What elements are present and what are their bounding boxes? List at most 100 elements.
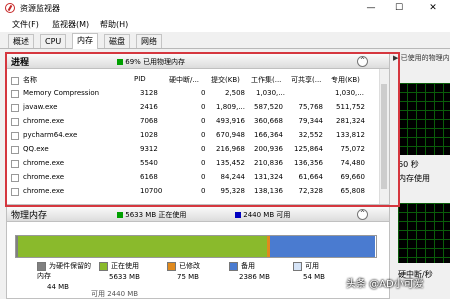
process-working-set: 1,030,... <box>256 89 285 97</box>
process-pid: 5540 <box>140 159 158 167</box>
process-shareable: 72,328 <box>298 187 324 195</box>
tab-disk[interactable]: 磁盘 <box>104 34 130 48</box>
graph-header[interactable]: ▶ 已使用的物理内 <box>393 53 450 63</box>
available-summary: 2440 MB 可用 <box>235 210 290 220</box>
collapse-icon[interactable]: ^ <box>357 209 368 220</box>
col-working-set[interactable]: 工作集(... <box>251 75 291 85</box>
process-commit: 493,916 <box>216 117 245 125</box>
process-pid: 10700 <box>140 187 163 195</box>
legend-value: 5633 MB <box>109 273 140 281</box>
row-checkbox[interactable] <box>11 104 19 112</box>
physical-memory-header[interactable]: 物理内存 5633 MB 正在使用 2440 MB 可用 ^ <box>7 207 389 222</box>
process-hard-faults: 0 <box>201 145 206 153</box>
row-checkbox[interactable] <box>11 90 19 98</box>
in-use-swatch <box>117 212 123 218</box>
seconds-label: 60 秒 <box>398 160 419 169</box>
minimize-button[interactable]: — <box>360 0 382 17</box>
process-shareable: 125,864 <box>294 145 323 153</box>
row-checkbox[interactable] <box>11 174 19 182</box>
process-private: 74,480 <box>340 159 366 167</box>
process-name: javaw.exe <box>23 103 58 111</box>
process-commit: 1,809,... <box>216 103 245 111</box>
process-commit: 216,968 <box>216 145 245 153</box>
menu-file[interactable]: 文件(F) <box>12 19 39 30</box>
process-private: 75,072 <box>340 145 366 153</box>
tab-cpu[interactable]: CPU <box>40 34 67 48</box>
menu-bar: 文件(F) 监视器(M) 帮助(H) <box>0 17 450 32</box>
processes-title: 进程 <box>11 58 30 68</box>
col-pid[interactable]: PID <box>134 75 174 83</box>
process-commit: 670,948 <box>216 131 245 139</box>
process-working-set: 200,936 <box>254 145 283 153</box>
process-name: pycharm64.exe <box>23 131 78 139</box>
row-checkbox[interactable] <box>11 132 19 140</box>
memory-usage-label: 内存使用 <box>398 174 430 183</box>
process-commit: 2,508 <box>224 89 245 97</box>
row-checkbox[interactable] <box>11 188 19 196</box>
legend-label: 备用 <box>241 262 255 270</box>
table-row[interactable]: QQ.exe 9312 0 216,968 200,936 125,864 75… <box>7 143 373 158</box>
process-hard-faults: 0 <box>201 117 206 125</box>
close-button[interactable]: ✕ <box>422 0 444 17</box>
process-pid: 3128 <box>140 89 158 97</box>
table-row[interactable]: javaw.exe 2416 0 1,809,... 587,520 75,76… <box>7 101 373 116</box>
legend-swatch-reserved <box>37 261 46 271</box>
table-row[interactable]: chrome.exe 5540 0 135,452 210,836 136,35… <box>7 157 373 172</box>
process-scrollbar[interactable] <box>379 69 389 204</box>
process-private: 511,752 <box>336 103 365 111</box>
tab-bar: 概述 CPU 内存 磁盘 网络 <box>0 33 450 49</box>
process-private: 65,808 <box>340 187 366 195</box>
col-commit[interactable]: 提交(KB) <box>211 75 251 85</box>
legend-in-use: 正在使用 5633 MB <box>99 261 140 281</box>
tab-memory[interactable]: 内存 <box>72 33 98 49</box>
legend-swatch-standby <box>229 261 238 271</box>
legend-swatch-modified <box>167 261 176 271</box>
scrollbar-thumb[interactable] <box>381 84 387 189</box>
col-name[interactable]: 名称 <box>23 75 123 85</box>
legend-value: 75 MB <box>177 273 199 281</box>
table-row[interactable]: pycharm64.exe 1028 0 670,948 166,364 32,… <box>7 129 373 144</box>
tab-overview[interactable]: 概述 <box>8 34 34 48</box>
legend-free: 可用 54 MB <box>293 261 325 281</box>
process-pid: 1028 <box>140 131 158 139</box>
row-checkbox[interactable] <box>11 160 19 168</box>
process-hard-faults: 0 <box>201 173 206 181</box>
tab-network[interactable]: 网络 <box>136 34 162 48</box>
process-name: chrome.exe <box>23 187 65 195</box>
row-checkbox[interactable] <box>11 146 19 154</box>
process-working-set: 360,668 <box>254 117 283 125</box>
menu-monitor[interactable]: 监视器(M) <box>52 19 89 30</box>
table-row[interactable]: chrome.exe 7068 0 493,916 360,668 79,344… <box>7 115 373 130</box>
process-pid: 2416 <box>140 103 158 111</box>
select-all-checkbox[interactable] <box>11 77 19 85</box>
table-row[interactable]: chrome.exe 10700 0 95,328 138,136 72,328… <box>7 185 373 200</box>
processes-header[interactable]: 进程 69% 已用物理内存 ^ <box>7 54 389 69</box>
process-working-set: 138,136 <box>254 187 283 195</box>
col-shareable[interactable]: 可共享(... <box>291 75 331 85</box>
collapse-icon[interactable]: ^ <box>357 56 368 67</box>
process-shareable: 61,664 <box>298 173 324 181</box>
process-hard-faults: 0 <box>201 159 206 167</box>
graph-grid <box>398 83 450 155</box>
table-row[interactable]: chrome.exe 6168 0 84,244 131,324 61,664 … <box>7 171 373 186</box>
process-working-set: 166,364 <box>254 131 283 139</box>
table-row[interactable]: Memory Compression 3128 0 2,508 1,030,..… <box>7 87 373 102</box>
process-private: 133,812 <box>336 131 365 139</box>
process-private: 1,030,... <box>335 89 364 97</box>
usage-swatch <box>117 59 123 65</box>
menu-help[interactable]: 帮助(H) <box>100 19 128 30</box>
row-checkbox[interactable] <box>11 118 19 126</box>
hard-faults-graph <box>398 203 450 263</box>
process-name: chrome.exe <box>23 173 65 181</box>
in-use-summary: 5633 MB 正在使用 <box>117 210 186 220</box>
legend-value: 44 MB <box>47 283 69 291</box>
memory-usage-summary: 69% 已用物理内存 <box>117 57 185 67</box>
legend-label: 正在使用 <box>111 262 139 270</box>
maximize-button[interactable]: ☐ <box>388 0 410 17</box>
available-swatch <box>235 212 241 218</box>
available-partial-text: 可用 2440 MB <box>91 290 139 298</box>
col-hard-faults[interactable]: 硬中断/... <box>169 75 209 85</box>
col-private[interactable]: 专用(KB) <box>331 75 371 85</box>
legend-value: 54 MB <box>303 273 325 281</box>
legend-swatch-in-use <box>99 261 108 271</box>
